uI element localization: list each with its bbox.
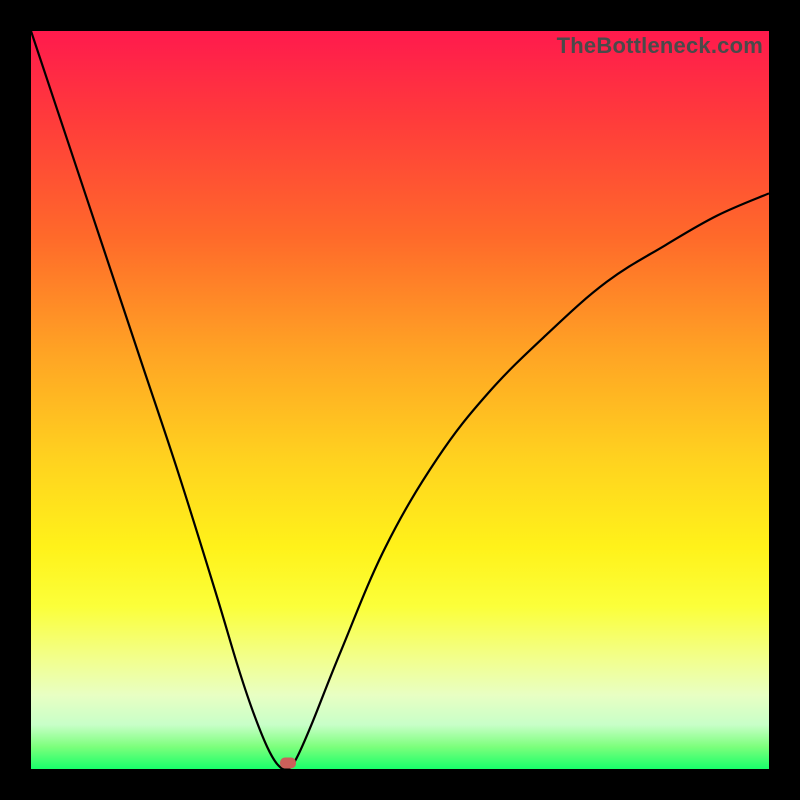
chart-plot-area: TheBottleneck.com	[31, 31, 769, 769]
curve-svg	[31, 31, 769, 769]
chart-frame: TheBottleneck.com	[0, 0, 800, 800]
bottleneck-marker	[280, 758, 296, 769]
curve-path	[31, 31, 769, 769]
